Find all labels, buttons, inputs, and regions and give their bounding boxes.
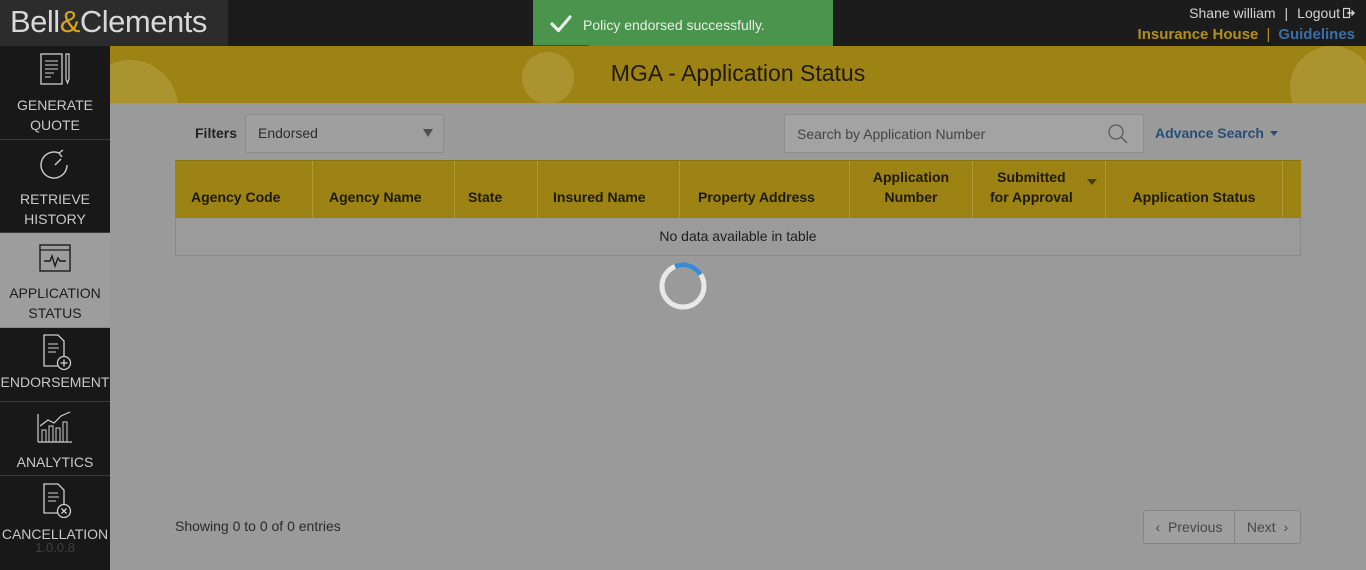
chevron-left-icon: ‹ xyxy=(1155,519,1161,535)
logout-icon xyxy=(1343,7,1355,19)
status-filter-select[interactable]: Endorsed xyxy=(245,114,444,153)
column-label-line2: for Approval xyxy=(990,189,1073,205)
sidebar-label-line2: QUOTE xyxy=(30,117,80,133)
caret-down-icon xyxy=(1269,131,1278,136)
insurance-house-link[interactable]: Insurance House xyxy=(1138,26,1259,43)
sidebar-label-line1: RETRIEVE xyxy=(19,191,90,207)
search-box xyxy=(784,114,1144,153)
check-icon xyxy=(550,15,572,33)
search-input[interactable] xyxy=(785,115,1105,152)
document-pencil-icon xyxy=(40,53,70,85)
column-label: Application Number xyxy=(850,167,972,207)
sidebar: GENERATE QUOTE RETRIEVE HISTORY APPLICAT… xyxy=(0,46,110,570)
column-header-state[interactable]: State xyxy=(455,161,538,219)
advance-search-label: Advance Search xyxy=(1155,125,1264,141)
column-header-agency-name[interactable]: Agency Name xyxy=(313,161,455,219)
user-separator: | xyxy=(1284,5,1289,21)
sidebar-label-line1: ENDORSEMENT xyxy=(0,374,110,390)
chevron-down-icon xyxy=(423,129,433,137)
sidebar-item-analytics[interactable]: ANALYTICS xyxy=(0,402,110,476)
sidebar-label-line2: HISTORY xyxy=(24,211,86,227)
monitor-pulse-icon xyxy=(39,244,71,272)
user-name[interactable]: Shane william xyxy=(1189,5,1275,21)
links-separator: | xyxy=(1266,26,1271,43)
applications-table: Agency Code Agency Name State Insured Na… xyxy=(175,160,1301,256)
logo-ampersand: & xyxy=(59,4,81,39)
column-label-line1: Application xyxy=(872,169,950,185)
sidebar-label-line1: GENERATE xyxy=(17,97,93,113)
table-header: Agency Code Agency Name State Insured Na… xyxy=(175,160,1301,219)
document-plus-icon xyxy=(43,334,72,371)
previous-label: Previous xyxy=(1167,519,1223,535)
success-toast[interactable]: Policy endorsed successfully. xyxy=(533,0,833,49)
chevron-right-icon: › xyxy=(1283,519,1289,535)
entries-summary: Showing 0 to 0 of 0 entries xyxy=(175,518,341,534)
column-label: Application Status xyxy=(1132,189,1256,205)
brand-logo[interactable]: Bell&Clements xyxy=(0,0,228,46)
logout-label: Logout xyxy=(1297,5,1340,21)
sidebar-item-application-status[interactable]: APPLICATION STATUS xyxy=(0,233,110,328)
toast-message: Policy endorsed successfully. xyxy=(583,17,765,33)
column-header-application-number[interactable]: Application Number xyxy=(850,161,973,219)
sidebar-item-endorsement[interactable]: ENDORSEMENT xyxy=(0,328,110,402)
logo-text-bell: Bell xyxy=(10,4,60,39)
top-links: Insurance House | Guidelines xyxy=(1138,26,1355,43)
page-header-band: MGA - Application Status xyxy=(110,46,1366,103)
sidebar-item-generate-quote[interactable]: GENERATE QUOTE xyxy=(0,46,110,140)
column-label: Submitted for Approval xyxy=(990,167,1073,207)
next-label: Next xyxy=(1246,519,1276,535)
previous-page-button[interactable]: ‹ Previous xyxy=(1144,511,1235,543)
sidebar-label-line1: ANALYTICS xyxy=(16,454,94,470)
sort-desc-icon xyxy=(1087,179,1097,185)
sidebar-item-cancellation[interactable]: CANCELLATION xyxy=(0,476,110,550)
column-label: Agency Name xyxy=(329,189,422,205)
guidelines-link[interactable]: Guidelines xyxy=(1278,26,1355,43)
column-label: State xyxy=(468,189,503,205)
column-header-property-address[interactable]: Property Address xyxy=(680,161,850,219)
column-label: Property Address xyxy=(698,189,815,205)
user-menu: Shane william | Logout xyxy=(1189,5,1355,21)
pagination: ‹ Previous Next › xyxy=(1143,510,1301,544)
history-clock-icon xyxy=(40,149,68,179)
bar-chart-trend-icon xyxy=(37,411,72,443)
loading-spinner-icon xyxy=(659,262,707,310)
column-header-application-status[interactable]: Application Status xyxy=(1106,161,1283,219)
search-icon[interactable] xyxy=(1107,123,1129,145)
next-page-button[interactable]: Next › xyxy=(1235,511,1300,543)
column-header-agency-code[interactable]: Agency Code xyxy=(175,161,313,219)
column-label: Agency Code xyxy=(191,189,281,205)
app-version: 1.0.0.8 xyxy=(35,540,75,555)
document-cancel-icon xyxy=(43,483,72,518)
column-label-line2: Number xyxy=(884,189,938,205)
filter-selected-value: Endorsed xyxy=(258,125,318,141)
sidebar-item-retrieve-history[interactable]: RETRIEVE HISTORY xyxy=(0,140,110,233)
column-header-insured-name[interactable]: Insured Name xyxy=(538,161,680,219)
logout-link[interactable]: Logout xyxy=(1297,5,1355,21)
column-header-submitted-for-approval[interactable]: Submitted for Approval xyxy=(973,161,1106,219)
page-title: MGA - Application Status xyxy=(610,60,866,86)
column-label: Insured Name xyxy=(553,189,646,205)
column-label-line1: Submitted xyxy=(997,169,1066,185)
advance-search-toggle[interactable]: Advance Search xyxy=(1155,125,1278,141)
empty-table-row: No data available in table xyxy=(175,218,1301,256)
sidebar-label-line1: APPLICATION xyxy=(9,285,101,301)
logo-text-clements: Clements xyxy=(79,4,207,39)
sidebar-label-line2: STATUS xyxy=(28,305,82,321)
filters-label: Filters xyxy=(195,125,238,141)
